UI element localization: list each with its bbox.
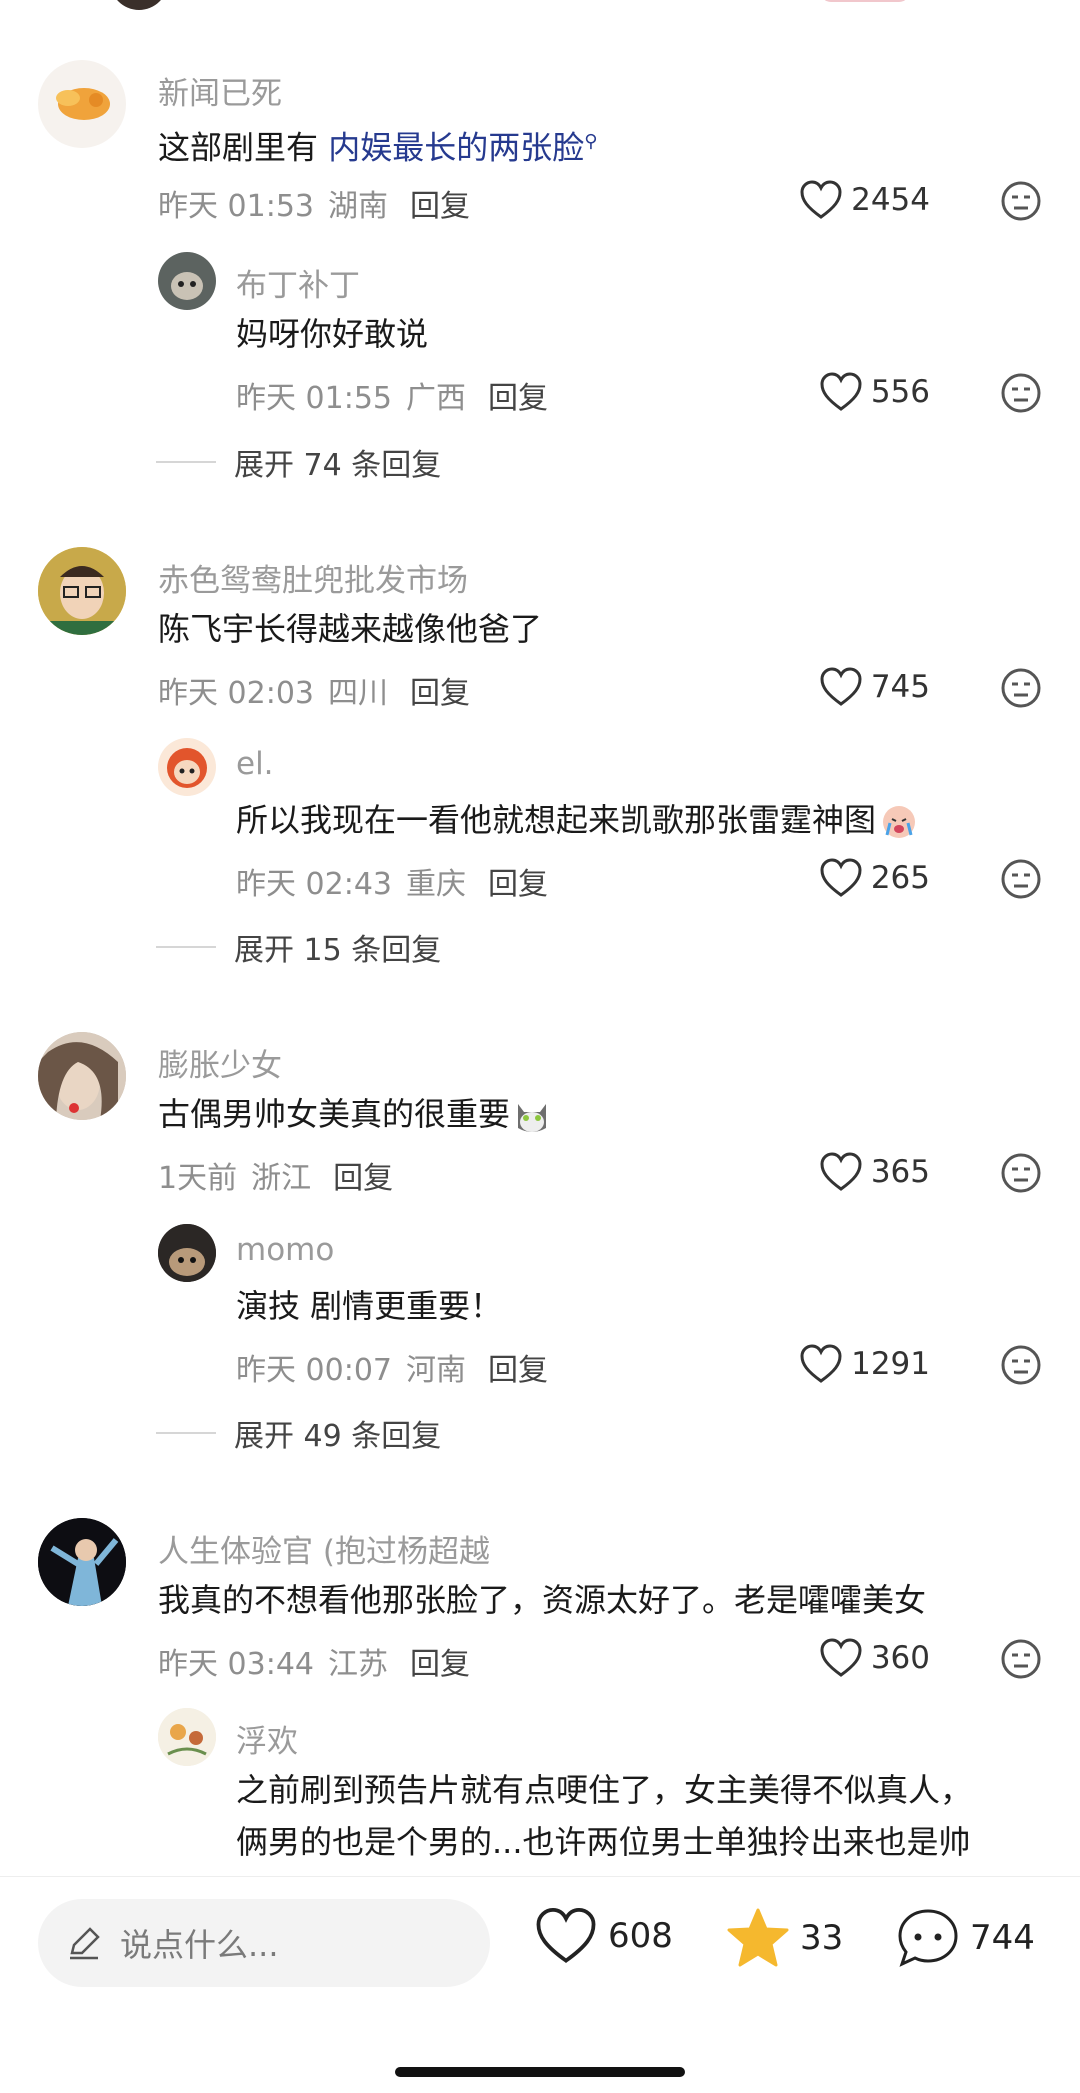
search-icon: ⚲ [584,131,598,152]
home-indicator [395,2067,685,2077]
comments-button[interactable]: 744 [896,1907,1035,1969]
comment-meta: 1天前 浙江 回复 [158,1161,394,1196]
expand-replies[interactable]: 展开 15 条回复 [156,925,441,969]
reply-button[interactable]: 回复 [333,1161,393,1196]
heart-icon [800,1344,842,1383]
partial-badge [820,0,910,2]
avatar[interactable] [38,547,126,635]
like-button[interactable]: 360 [819,1638,930,1678]
reply-button[interactable]: 回复 [410,189,470,224]
heart-icon [820,1152,862,1191]
like-button[interactable]: 556 [819,372,930,412]
comment-text: 之前刷到预告片就有点哽住了，女主美得不似真人， [236,1771,973,1809]
username[interactable]: 人生体验官 (抱过杨超越 [158,1526,490,1571]
expand-replies[interactable]: 展开 74 条回复 [156,440,441,484]
comment-meta: 昨天 03:44 江苏 回复 [158,1647,470,1682]
heart-icon [820,667,862,706]
dislike-icon[interactable] [1000,1344,1042,1386]
heart-icon [800,180,842,219]
like-button[interactable]: 2454 [799,180,930,220]
comment-text: 所以我现在一看他就想起来凯歌那张雷霆神图 [236,796,918,844]
comment-text: 古偶男帅女美真的很重要 [158,1090,552,1138]
dislike-icon[interactable] [1000,180,1042,222]
comment-text: 我真的不想看他那张脸了，资源太好了。老是嚯嚯美女 [158,1581,927,1619]
dislike-icon[interactable] [1000,372,1042,414]
avatar[interactable] [38,1518,126,1606]
comment-meta: 昨天 02:03 四川 回复 [158,676,470,711]
comment-meta: 昨天 02:43 重庆 回复 [236,867,548,902]
reply-button[interactable]: 回复 [410,1647,470,1682]
search-link[interactable]: 内娱最长的两张脸 [328,129,584,167]
partial-avatar [110,0,168,10]
bottom-action-bar: 说点什么... 608 33 744 [0,1876,1080,2093]
comment-meta: 昨天 01:55 广西 回复 [236,381,548,416]
username[interactable]: 布丁补丁 [236,260,360,305]
star-icon [727,1908,789,1967]
comment-text: 演技 剧情更重要！ [236,1287,503,1325]
comment-text: 陈飞宇长得越来越像他爸了 [158,610,543,648]
dislike-icon[interactable] [1000,667,1042,709]
chat-bubble-icon [898,1909,958,1967]
crying-emoji-icon [880,803,918,841]
comment-text-line-2: 俩男的也是个男的...也许两位男士单独拎出来也是帅 [236,1823,971,1861]
like-button[interactable]: 365 [819,1152,930,1192]
comment-input[interactable]: 说点什么... [38,1899,490,1987]
dislike-icon[interactable] [1000,1638,1042,1680]
heart-icon [820,372,862,411]
cat-emoji-icon [512,1096,552,1136]
username[interactable]: 浮欢 [236,1716,298,1761]
expand-replies[interactable]: 展开 49 条回复 [156,1411,441,1455]
reply-button[interactable]: 回复 [488,867,548,902]
username[interactable]: 膨胀少女 [158,1040,282,1085]
heart-icon [536,1908,596,1963]
like-button[interactable]: 745 [819,667,930,707]
username[interactable]: 赤色鸳鸯肚兜批发市场 [158,555,468,600]
dislike-icon[interactable] [1000,1152,1042,1194]
reply-button[interactable]: 回复 [410,676,470,711]
heart-icon [820,858,862,897]
username[interactable]: momo [236,1232,334,1268]
reply-button[interactable]: 回复 [488,1353,548,1388]
avatar[interactable] [38,60,126,148]
avatar[interactable] [158,1708,216,1766]
comment-meta: 昨天 01:53 湖南 回复 [158,189,470,224]
avatar[interactable] [158,1224,216,1282]
like-post-button[interactable]: 608 [534,1907,673,1965]
comment-text: 妈呀你好敢说 [236,315,429,353]
like-button[interactable]: 1291 [799,1344,930,1384]
username[interactable]: el. [236,746,274,782]
pencil-icon [70,1927,100,1960]
username[interactable]: 新闻已死 [158,68,282,113]
avatar[interactable] [158,252,216,310]
comment-meta: 昨天 00:07 河南 回复 [236,1353,548,1388]
avatar[interactable] [158,738,216,796]
reply-button[interactable]: 回复 [488,381,548,416]
heart-icon [820,1638,862,1677]
favorite-button[interactable]: 33 [726,1907,843,1969]
like-button[interactable]: 265 [819,858,930,898]
dislike-icon[interactable] [1000,858,1042,900]
comment-text: 这部剧里有 内娱最长的两张脸⚲ [158,128,598,167]
input-placeholder: 说点什么... [120,1926,279,1964]
avatar[interactable] [38,1032,126,1120]
